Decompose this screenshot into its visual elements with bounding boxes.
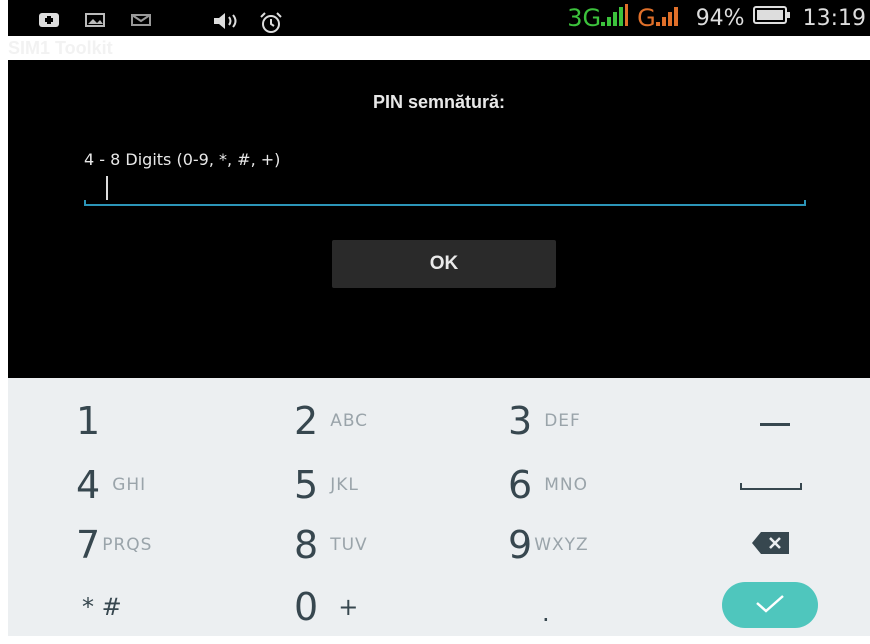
key-symbols: * # xyxy=(82,593,122,621)
pin-input[interactable] xyxy=(84,174,806,206)
key-letters: DEF xyxy=(544,411,581,431)
key-3[interactable]: 3 DEF xyxy=(508,390,708,452)
message-icon xyxy=(130,12,152,26)
network-g-label: G xyxy=(637,4,656,32)
clock-time: 13:19 xyxy=(802,5,866,31)
key-letters: ABC xyxy=(330,411,369,431)
key-star-hash[interactable]: * # xyxy=(82,576,282,638)
minus-icon xyxy=(760,412,790,431)
key-number: 5 xyxy=(294,463,319,507)
key-letters: TUV xyxy=(330,535,368,555)
app-title: SIM1 Toolkit xyxy=(8,38,113,58)
key-symbols: . xyxy=(542,599,550,627)
done-button[interactable] xyxy=(722,582,818,628)
key-2[interactable]: 2 ABC xyxy=(294,390,494,452)
signal-bars-icon xyxy=(655,4,682,32)
key-4[interactable]: 4 GHI xyxy=(76,454,276,516)
key-number: 4 xyxy=(76,463,101,507)
checkmark-icon xyxy=(754,593,786,617)
key-backspace[interactable] xyxy=(736,514,806,576)
photo-add-icon xyxy=(38,12,60,27)
key-6[interactable]: 6 MNO xyxy=(508,454,708,516)
key-letters: + xyxy=(338,593,359,621)
key-8[interactable]: 8 TUV xyxy=(294,514,494,576)
input-underline-right-tick xyxy=(804,200,806,206)
key-number: 3 xyxy=(508,399,533,443)
input-underline xyxy=(84,204,806,206)
space-icon xyxy=(740,476,802,495)
key-number: 8 xyxy=(294,523,319,567)
key-letters: PRQS xyxy=(102,535,153,555)
key-number: 2 xyxy=(294,399,319,443)
key-number: 1 xyxy=(76,399,101,443)
dialog-title: PIN semnătură: xyxy=(372,92,506,112)
key-dot[interactable]: . xyxy=(542,582,582,644)
volume-icon xyxy=(212,12,237,29)
key-letters: JKL xyxy=(330,475,359,495)
input-underline-left-tick xyxy=(84,200,86,206)
key-number: 6 xyxy=(508,463,533,507)
signal-bars-icon xyxy=(601,4,629,32)
image-icon xyxy=(84,12,106,27)
status-right: 3G G 94% 13:19 xyxy=(567,2,866,34)
numeric-keypad: 1 2 ABC 3 DEF 4 GHI 5 JKL 6 MNO 7 PRQS 8… xyxy=(8,378,870,636)
key-letters: WXYZ xyxy=(534,535,589,555)
key-5[interactable]: 5 JKL xyxy=(294,454,494,516)
key-number: 7 xyxy=(76,523,101,567)
key-letters: GHI xyxy=(112,475,147,495)
key-space[interactable] xyxy=(736,454,806,516)
battery-icon xyxy=(752,5,791,31)
key-number: 0 xyxy=(294,585,319,629)
ok-button[interactable]: OK xyxy=(332,240,556,288)
key-9[interactable]: 9 WXYZ xyxy=(508,514,708,576)
alarm-clock-icon xyxy=(258,12,282,33)
network-3g-label: 3G xyxy=(567,4,602,32)
key-0[interactable]: 0 + xyxy=(294,576,494,638)
key-letters: MNO xyxy=(544,475,588,495)
pin-hint: 4 - 8 Digits (0-9, *, #, +) xyxy=(84,150,281,169)
key-minus[interactable] xyxy=(740,390,810,452)
key-1[interactable]: 1 xyxy=(76,390,276,452)
text-caret xyxy=(106,176,108,200)
backspace-icon xyxy=(751,531,791,559)
notification-icons xyxy=(38,9,282,33)
screen: 3G G 94% 13:19 SIM1 Toolkit PIN semnătur… xyxy=(0,0,870,636)
status-bar: 3G G 94% 13:19 xyxy=(8,0,870,36)
pin-dialog: PIN semnătură: 4 - 8 Digits (0-9, *, #, … xyxy=(8,60,870,378)
battery-percent: 94% xyxy=(695,5,745,31)
key-7[interactable]: 7 PRQS xyxy=(76,514,276,576)
key-number: 9 xyxy=(508,523,533,567)
